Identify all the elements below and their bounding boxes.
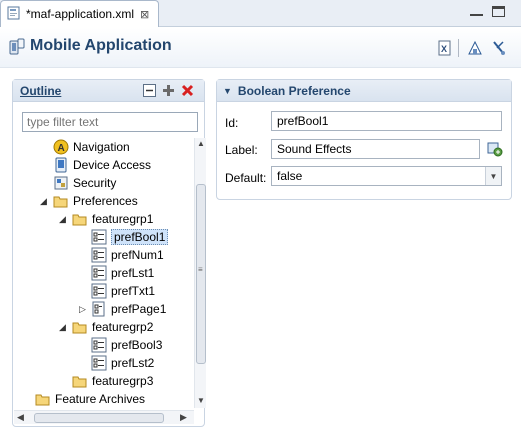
editor-tab-bar: *maf-application.xml ⊠ [0,0,521,27]
tree-item-featuregrp3[interactable]: featuregrp3 [72,372,153,390]
tree-item-label: featuregrp3 [92,374,154,388]
device-access-icon [53,157,69,173]
folder-icon [72,373,88,389]
tree-item-prefbool1[interactable]: prefBool1 [91,228,169,246]
scroll-up-arrow-icon[interactable]: ▲ [197,139,205,148]
horizontal-scrollbar[interactable]: ◀ ▶ [14,410,194,424]
tree-item-feature-archives[interactable]: Feature Archives [35,390,145,408]
plus-icon[interactable] [162,84,175,100]
navigation-icon: A [53,139,69,155]
preference-icon [91,247,107,263]
tree-item-preftxt1[interactable]: prefTxt1 [91,282,155,300]
close-tab-icon[interactable]: ⊠ [140,8,149,21]
tree-item-label: prefBool1 [111,229,169,245]
boolean-preference-section: ▼ Boolean Preference Id: prefBool1 Label… [216,79,512,200]
collapsed-arrow-icon[interactable]: ▷ [79,304,86,315]
toolbar-separator [458,39,459,57]
tree-item-label: featuregrp2 [92,320,154,334]
section-expanded-icon[interactable]: ▼ [223,86,232,96]
outline-tree: A Navigation Device Access Security ◢ Pr… [13,138,193,410]
expanded-arrow-icon[interactable]: ◢ [40,196,47,207]
vertical-scrollbar[interactable]: ▲ ≡ ▼ [194,138,206,408]
expanded-arrow-icon[interactable]: ◢ [59,214,66,225]
vertical-scroll-thumb[interactable]: ≡ [196,184,206,364]
default-select[interactable]: false ▼ [271,166,502,186]
xml-file-icon [7,6,21,23]
security-icon [53,175,69,191]
preference-icon [91,265,107,281]
tree-item-device-access[interactable]: Device Access [53,156,151,174]
scroll-left-arrow-icon[interactable]: ◀ [17,412,24,423]
tree-item-label: Feature Archives [55,392,146,406]
default-label: Default: [225,171,267,185]
editor-header: Mobile Application X [0,28,521,68]
folder-open-icon [72,211,88,227]
maximize-icon[interactable] [492,6,505,17]
scroll-down-arrow-icon[interactable]: ▼ [197,396,205,405]
tree-item-navigation[interactable]: A Navigation [53,138,130,156]
filter-input[interactable] [22,112,198,132]
tree-item-label: prefBool3 [111,338,163,352]
tree-item-preferences[interactable]: Preferences [53,192,138,210]
folder-open-icon [53,193,69,209]
preference-icon [91,355,107,371]
section-title: Boolean Preference [237,83,351,98]
id-field[interactable]: prefBool1 [271,111,502,131]
xml-source-icon[interactable]: X [437,40,453,56]
tree-item-label: prefLst2 [111,356,155,370]
expanded-arrow-icon[interactable]: ◢ [59,322,66,333]
preference-icon [91,229,107,245]
tree-item-label: Security [73,176,117,190]
tree-item-label: Preferences [73,194,138,208]
outline-title: Outline [20,83,62,98]
label-value: Sound Effects [277,142,352,156]
preference-icon [91,283,107,299]
tree-item-label: Navigation [73,140,130,154]
horizontal-scroll-thumb[interactable] [34,413,164,423]
mobile-app-icon [9,38,25,59]
tree-item-preflst1[interactable]: prefLst1 [91,264,154,282]
localize-string-icon[interactable] [487,141,503,160]
tree-item-prefbool3[interactable]: prefBool3 [91,336,162,354]
validate-icon[interactable] [491,40,507,56]
tree-item-label: Device Access [73,158,152,172]
tree-item-featuregrp1[interactable]: featuregrp1 [72,210,153,228]
tree-item-label: prefPage1 [111,302,167,316]
minimize-icon[interactable] [470,6,483,16]
id-value: prefBool1 [277,114,329,128]
tree-item-label: prefNum1 [111,248,164,262]
tab-label: *maf-application.xml [26,7,135,21]
label-label: Label: [225,143,258,157]
label-field[interactable]: Sound Effects [271,139,480,159]
grip-icon: ≡ [198,265,203,274]
tree-item-label: prefTxt1 [111,284,156,298]
folder-open-icon [35,391,51,407]
folder-open-icon [72,319,88,335]
svg-text:A: A [58,143,65,154]
outline-section: Outline A Navigation Device Access Secur… [12,79,206,427]
preference-page-icon [91,301,107,317]
default-value: false [277,169,303,183]
tree-item-label: prefLst1 [111,266,155,280]
id-label: Id: [225,116,239,130]
deploy-icon[interactable] [467,40,483,56]
tree-item-prefnum1[interactable]: prefNum1 [91,246,164,264]
tree-item-label: featuregrp1 [92,212,154,226]
tree-item-preflst2[interactable]: prefLst2 [91,354,154,372]
editor-tab[interactable]: *maf-application.xml ⊠ [0,0,159,27]
scroll-right-arrow-icon[interactable]: ▶ [180,412,187,423]
collapse-all-icon[interactable] [143,84,156,100]
dropdown-arrow-icon[interactable]: ▼ [485,167,501,185]
tree-item-featuregrp2[interactable]: featuregrp2 [72,318,153,336]
svg-text:X: X [441,44,447,54]
boolean-preference-header[interactable]: ▼ Boolean Preference [217,80,511,102]
red-x-icon[interactable] [181,84,194,100]
tree-item-prefpage1[interactable]: prefPage1 [91,300,166,318]
preference-icon [91,337,107,353]
page-title: Mobile Application [30,37,172,54]
tree-item-security[interactable]: Security [53,174,116,192]
